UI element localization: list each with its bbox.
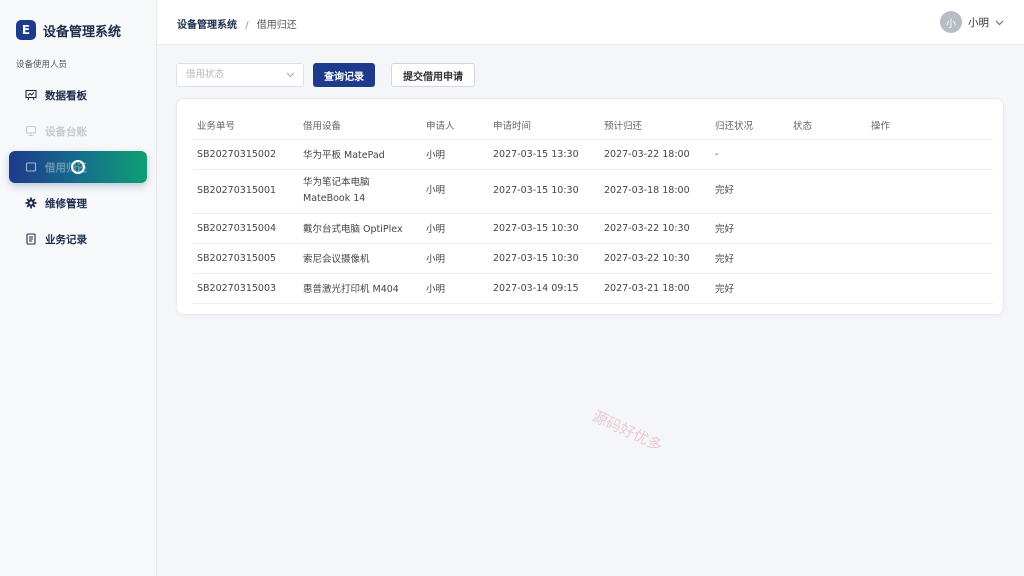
cell-applicant: 小明 <box>422 169 489 214</box>
sidebar-item-dashboard[interactable]: 数据看板 <box>9 79 147 111</box>
avatar: 小 <box>940 11 962 33</box>
brand-title: 设备管理系统 <box>43 24 122 40</box>
device-name-line1: 华为笔记本电脑 <box>303 177 370 188</box>
table-row[interactable]: SB20270315002 华为平板 MatePad 小明 2027-03-15… <box>193 139 993 170</box>
sidebar: E 设备管理系统 设备使用人员 数据看板 设备台账 借用归还 维修管理 业务记录 <box>0 0 157 576</box>
sidebar-item-equipment-ledger[interactable]: 设备台账 <box>9 115 147 147</box>
cell-device: 索尼会议摄像机 <box>299 243 422 274</box>
column-header: 申请人 <box>422 111 489 140</box>
cell-applied-time: 2027-03-14 09:15 <box>489 273 600 304</box>
records-table: 业务单号 借用设备 申请人 申请时间 预计归还 归还状况 状态 操作 SB202… <box>193 111 993 304</box>
cell-applied-time: 2027-03-15 10:30 <box>489 243 600 274</box>
loading-spinner-icon <box>71 160 85 174</box>
gear-icon <box>25 197 37 209</box>
table-row[interactable]: SB20270315005 索尼会议摄像机 小明 2027-03-15 10:3… <box>193 243 993 274</box>
cell-id: SB20270315001 <box>193 169 299 214</box>
device-name-line2: MateBook 14 <box>303 193 366 204</box>
sidebar-item-label: 数据看板 <box>45 89 87 102</box>
breadcrumb-separator: / <box>245 20 249 31</box>
chevron-down-icon <box>286 65 295 87</box>
table-row[interactable]: SB20270315001 华为笔记本电脑 MateBook 14 小明 202… <box>193 169 993 214</box>
cell-applicant: 小明 <box>422 139 489 170</box>
document-icon <box>25 233 37 245</box>
cell-action <box>867 139 993 170</box>
cell-status <box>789 139 867 170</box>
column-header: 操作 <box>867 111 993 140</box>
cell-device: 华为平板 MatePad <box>299 139 422 170</box>
cell-condition: 完好 <box>711 273 789 304</box>
cell-device: 华为笔记本电脑 MateBook 14 <box>299 169 422 214</box>
column-header: 状态 <box>789 111 867 140</box>
cell-due-time: 2027-03-22 10:30 <box>600 213 711 244</box>
table-header-row: 业务单号 借用设备 申请人 申请时间 预计归还 归还状况 状态 操作 <box>193 111 993 140</box>
sidebar-item-borrow-return[interactable]: 借用归还 <box>9 151 147 183</box>
submit-borrow-request-button[interactable]: 提交借用申请 <box>391 63 475 87</box>
cell-applicant: 小明 <box>422 213 489 244</box>
swap-icon <box>25 161 37 173</box>
toolbar: 借用状态 查询记录 提交借用申请 <box>176 63 475 87</box>
cell-due-time: 2027-03-22 18:00 <box>600 139 711 170</box>
cell-id: SB20270315002 <box>193 139 299 170</box>
cell-condition: - <box>711 139 789 170</box>
sidebar-item-label: 设备台账 <box>45 125 87 138</box>
cell-status <box>789 169 867 214</box>
cell-applied-time: 2027-03-15 10:30 <box>489 169 600 214</box>
chart-board-icon <box>25 89 37 101</box>
query-records-button[interactable]: 查询记录 <box>313 63 375 87</box>
brand[interactable]: E 设备管理系统 <box>16 20 121 40</box>
cell-condition: 完好 <box>711 213 789 244</box>
watermark: 源码好优多 <box>589 406 666 455</box>
monitor-icon <box>25 125 37 137</box>
chevron-down-icon <box>995 16 1004 29</box>
cell-status <box>789 213 867 244</box>
cell-id: SB20270315004 <box>193 213 299 244</box>
cell-id: SB20270315003 <box>193 273 299 304</box>
sidebar-item-business-records[interactable]: 业务记录 <box>9 223 147 255</box>
table-row[interactable]: SB20270315004 戴尔台式电脑 OptiPlex 小明 2027-03… <box>193 213 993 244</box>
breadcrumb-root[interactable]: 设备管理系统 <box>177 20 237 31</box>
column-header: 申请时间 <box>489 111 600 140</box>
column-header: 业务单号 <box>193 111 299 140</box>
column-header: 借用设备 <box>299 111 422 140</box>
cell-due-time: 2027-03-18 18:00 <box>600 169 711 214</box>
cell-action <box>867 243 993 274</box>
sidebar-item-label: 维修管理 <box>45 197 87 210</box>
borrow-status-select[interactable]: 借用状态 <box>176 63 304 87</box>
user-menu[interactable]: 小 小明 <box>940 11 1004 33</box>
cell-applicant: 小明 <box>422 273 489 304</box>
breadcrumb: 设备管理系统 / 借用归还 <box>177 16 297 31</box>
user-name: 小明 <box>968 16 989 29</box>
cell-condition: 完好 <box>711 243 789 274</box>
cell-action <box>867 169 993 214</box>
cell-status <box>789 273 867 304</box>
brand-logo: E <box>16 20 36 40</box>
cell-status <box>789 243 867 274</box>
breadcrumb-current: 借用归还 <box>256 20 297 31</box>
cell-action <box>867 213 993 244</box>
records-card: 业务单号 借用设备 申请人 申请时间 预计归还 归还状况 状态 操作 SB202… <box>176 98 1004 315</box>
cell-due-time: 2027-03-21 18:00 <box>600 273 711 304</box>
column-header: 归还状况 <box>711 111 789 140</box>
cell-action <box>867 273 993 304</box>
cell-device: 惠普激光打印机 M404 <box>299 273 422 304</box>
sidebar-item-maintenance[interactable]: 维修管理 <box>9 187 147 219</box>
cell-due-time: 2027-03-22 10:30 <box>600 243 711 274</box>
top-header: 设备管理系统 / 借用归还 小 小明 <box>157 0 1024 45</box>
cell-condition: 完好 <box>711 169 789 214</box>
cell-applied-time: 2027-03-15 13:30 <box>489 139 600 170</box>
table-row[interactable]: SB20270315003 惠普激光打印机 M404 小明 2027-03-14… <box>193 273 993 304</box>
cell-device: 戴尔台式电脑 OptiPlex <box>299 213 422 244</box>
cell-applicant: 小明 <box>422 243 489 274</box>
sidebar-item-label: 业务记录 <box>45 233 87 246</box>
column-header: 预计归还 <box>600 111 711 140</box>
select-placeholder: 借用状态 <box>186 69 225 80</box>
cell-id: SB20270315005 <box>193 243 299 274</box>
cell-applied-time: 2027-03-15 10:30 <box>489 213 600 244</box>
sidebar-section-label: 设备使用人员 <box>16 60 68 70</box>
